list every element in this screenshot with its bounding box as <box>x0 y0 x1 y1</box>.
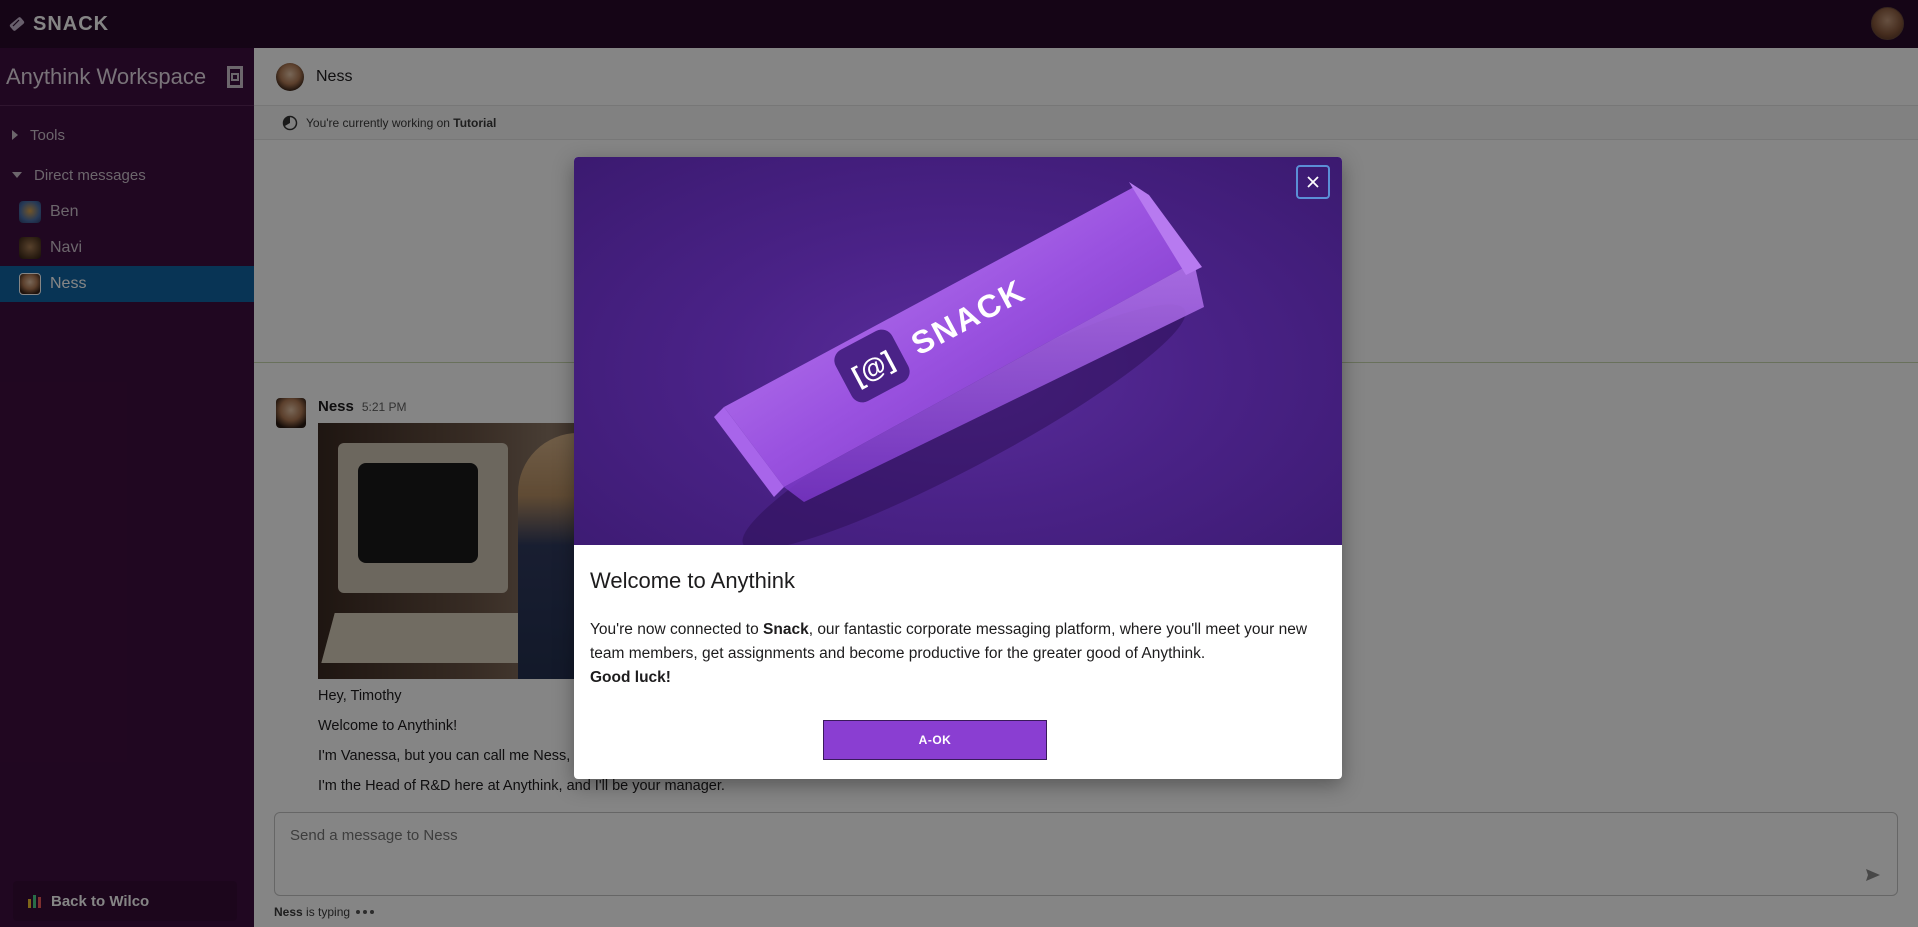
close-icon <box>1307 176 1319 188</box>
snack-bar-illustration: [@] SNACK <box>714 182 1204 545</box>
close-button[interactable] <box>1296 165 1330 199</box>
modal-body: You're now connected to Snack, our fanta… <box>590 618 1320 690</box>
modal-hero-image: [@] SNACK <box>574 157 1342 545</box>
a-ok-button[interactable]: A-OK <box>823 720 1047 760</box>
modal-title: Welcome to Anythink <box>590 568 796 593</box>
modal-body-closing: Good luck! <box>590 669 671 686</box>
modal-body-bold: Snack <box>763 621 809 638</box>
modal-body-text: You're now connected to <box>590 621 759 638</box>
welcome-modal: [@] SNACK Welcome to Anythink You're now… <box>574 157 1342 779</box>
